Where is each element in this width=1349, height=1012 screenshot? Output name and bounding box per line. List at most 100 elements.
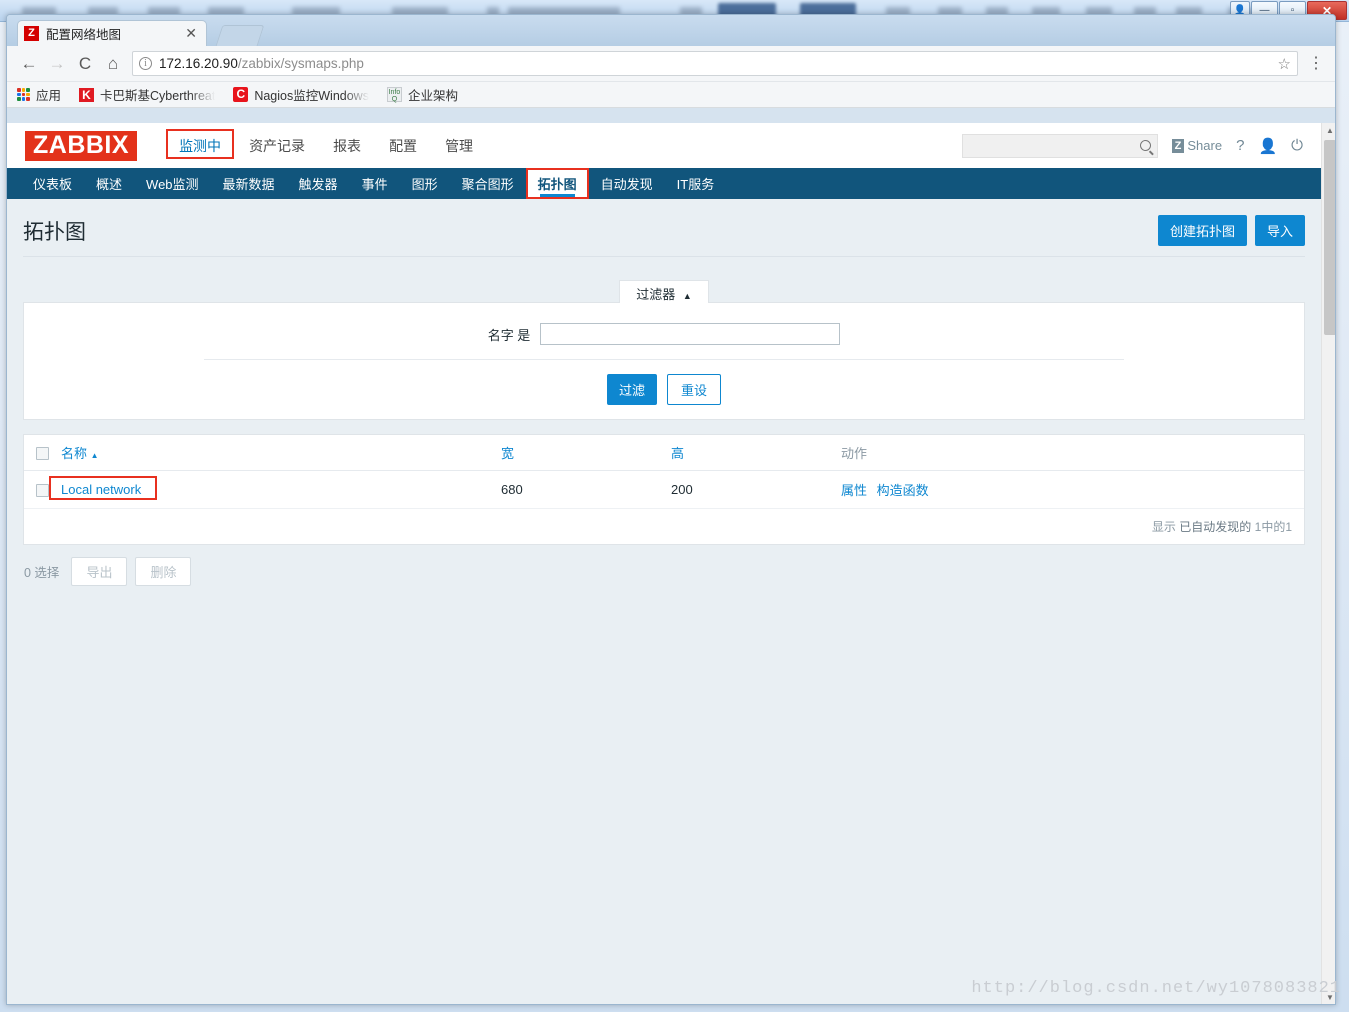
chevron-up-icon: ▲: [682, 291, 692, 301]
bookmark-label: 卡巴斯基Cyberthreat: [100, 89, 216, 103]
top-menu-item-configuration[interactable]: 配置: [375, 130, 431, 162]
top-menu-item-administration[interactable]: 管理: [431, 130, 487, 162]
map-constructor-link[interactable]: 构造函数: [877, 483, 929, 498]
new-tab-button[interactable]: [215, 25, 265, 46]
search-box[interactable]: [961, 133, 1158, 158]
column-header-height[interactable]: 高: [665, 435, 835, 471]
delete-button[interactable]: 删除: [135, 557, 192, 586]
zabbix-header: ZABBIX 监测中 资产记录 报表 配置 管理 Z Share ? 👤 ⏻: [7, 123, 1321, 168]
select-all-header: [24, 435, 55, 471]
site-info-icon[interactable]: i: [139, 57, 152, 70]
url-path: /zabbix/sysmaps.php: [237, 56, 364, 71]
search-input[interactable]: [968, 137, 1140, 154]
home-button[interactable]: ⌂: [99, 50, 127, 78]
zabbix-nav-bar: 仪表板 概述 Web监测 最新数据 触发器 事件 图形 聚合图形 拓扑图 自动发…: [7, 168, 1321, 199]
maps-table-body: Local network 680 200 属性 构造函数: [24, 470, 1304, 509]
back-button[interactable]: ←: [15, 50, 43, 78]
nav-item-it-services[interactable]: IT服务: [665, 168, 727, 199]
page-content: 拓扑图 创建拓扑图 导入 过滤器 ▲ 名字 是 过滤 重设 名称 ▲ 宽 高 动…: [7, 199, 1321, 1004]
map-properties-link[interactable]: 属性: [841, 483, 867, 498]
page-scrollbar[interactable]: ▲ ▼: [1321, 123, 1335, 1004]
top-menu-label: 监测中: [179, 137, 222, 154]
filter-tab-row: 过滤器 ▲: [7, 279, 1321, 303]
row-name-cell: Local network: [49, 470, 495, 509]
filter-divider: [204, 359, 1124, 360]
filter-name-label: 名字 是: [487, 327, 531, 343]
maps-table-head: 名称 ▲ 宽 高 动作: [24, 435, 1304, 471]
nav-item-events[interactable]: 事件: [350, 168, 400, 199]
column-header-name-label: 名称: [61, 446, 88, 461]
selected-count-label: 0 选择: [24, 566, 60, 580]
selection-action-bar: 0 选择 导出 删除: [7, 545, 1321, 586]
bookmark-kaspersky[interactable]: K 卡巴斯基Cyberthreat: [79, 85, 215, 104]
nav-item-discovery[interactable]: 自动发现: [589, 168, 665, 199]
search-icon[interactable]: [1139, 140, 1151, 151]
zabbix-logo[interactable]: ZABBIX: [25, 130, 138, 161]
column-header-actions: 动作: [835, 435, 1304, 471]
table-header-row: 名称 ▲ 宽 高 动作: [24, 435, 1304, 471]
kaspersky-icon: K: [79, 87, 95, 102]
browser-window: Z 配置网络地图 ✕ ← → C ⌂ i 172.16.20.90 /zabbi…: [6, 14, 1336, 1005]
nav-item-latest-data[interactable]: 最新数据: [211, 168, 287, 199]
zabbix-header-right: Z Share ? 👤 ⏻: [961, 133, 1303, 158]
filter-reset-button[interactable]: 重设: [667, 374, 722, 405]
nav-item-dashboard[interactable]: 仪表板: [21, 168, 84, 199]
list-footer-prefix: 显示: [1151, 520, 1176, 534]
create-map-button[interactable]: 创建拓扑图: [1157, 215, 1247, 246]
top-menu-item-monitoring[interactable]: 监测中: [165, 128, 235, 162]
nav-item-maps[interactable]: 拓扑图: [525, 168, 589, 199]
filter-tab[interactable]: 过滤器 ▲: [619, 280, 709, 303]
nav-item-screens[interactable]: 聚合图形: [450, 168, 526, 199]
zabbix-top-menu: 监测中 资产记录 报表 配置 管理: [165, 128, 487, 162]
help-icon[interactable]: ?: [1236, 137, 1244, 154]
bookmark-nagios[interactable]: C Nagios监控Windows: [233, 85, 369, 104]
apps-grid-icon: [17, 88, 30, 101]
watermark-text: http://blog.csdn.net/wy1078083821: [971, 979, 1341, 998]
column-header-name[interactable]: 名称 ▲: [55, 435, 495, 471]
info-icon: Info Q: [386, 87, 402, 103]
share-button[interactable]: Z Share: [1171, 138, 1222, 153]
forward-button[interactable]: →: [43, 50, 71, 78]
export-button[interactable]: 导出: [71, 557, 128, 586]
row-actions-cell: 属性 构造函数: [835, 470, 1304, 509]
nav-item-graphs[interactable]: 图形: [400, 168, 450, 199]
tab-close-icon[interactable]: ✕: [182, 25, 200, 42]
reload-button[interactable]: C: [71, 50, 99, 78]
scrollbar-up-arrow[interactable]: ▲: [1322, 123, 1335, 139]
header-divider: [23, 256, 1305, 257]
filter-panel: 名字 是 过滤 重设: [23, 302, 1305, 420]
bookmark-label: 应用: [36, 89, 62, 103]
nav-item-overview[interactable]: 概述: [84, 168, 134, 199]
top-menu-item-inventory[interactable]: 资产记录: [235, 130, 319, 162]
share-badge-icon: Z: [1171, 138, 1185, 153]
filter-name-row: 名字 是: [24, 323, 1304, 345]
sign-out-icon[interactable]: ⏻: [1291, 137, 1303, 154]
scrollbar-thumb[interactable]: [1324, 140, 1335, 335]
column-header-width[interactable]: 宽: [495, 435, 665, 471]
bookmark-star-icon[interactable]: ☆: [1272, 55, 1291, 73]
row-height-cell: 200: [665, 470, 835, 509]
maps-table: 名称 ▲ 宽 高 动作 Local network 680 200 属性 构造函…: [24, 435, 1304, 509]
filter-tab-label: 过滤器: [636, 287, 676, 302]
bookmark-enterprise-arch[interactable]: Info Q 企业架构: [386, 85, 458, 104]
import-button[interactable]: 导入: [1254, 215, 1305, 246]
row-checkbox[interactable]: [36, 484, 49, 498]
chrome-menu-icon[interactable]: ⋮: [1305, 55, 1327, 71]
map-name-highlight: Local network: [49, 476, 157, 500]
user-profile-icon[interactable]: 👤: [1258, 137, 1277, 155]
bookmark-apps[interactable]: 应用: [17, 85, 61, 104]
select-all-checkbox[interactable]: [36, 447, 49, 461]
bookmarks-bar: 应用 K 卡巴斯基Cyberthreat C Nagios监控Windows I…: [7, 82, 1335, 108]
top-menu-item-reports[interactable]: 报表: [319, 130, 375, 162]
address-bar[interactable]: i 172.16.20.90 /zabbix/sysmaps.php ☆: [132, 51, 1298, 76]
filter-buttons: 过滤 重设: [24, 374, 1304, 405]
filter-apply-button[interactable]: 过滤: [606, 374, 657, 405]
nav-item-triggers[interactable]: 触发器: [287, 168, 350, 199]
filter-name-input[interactable]: [540, 323, 841, 345]
nav-item-label: 拓扑图: [537, 177, 577, 192]
browser-tabstrip: Z 配置网络地图 ✕: [7, 15, 1335, 46]
nav-item-web[interactable]: Web监测: [134, 168, 211, 199]
page-header-actions: 创建拓扑图 导入: [1157, 215, 1305, 246]
tab-title: 配置网络地图: [46, 28, 122, 42]
browser-tab[interactable]: Z 配置网络地图 ✕: [17, 20, 207, 46]
